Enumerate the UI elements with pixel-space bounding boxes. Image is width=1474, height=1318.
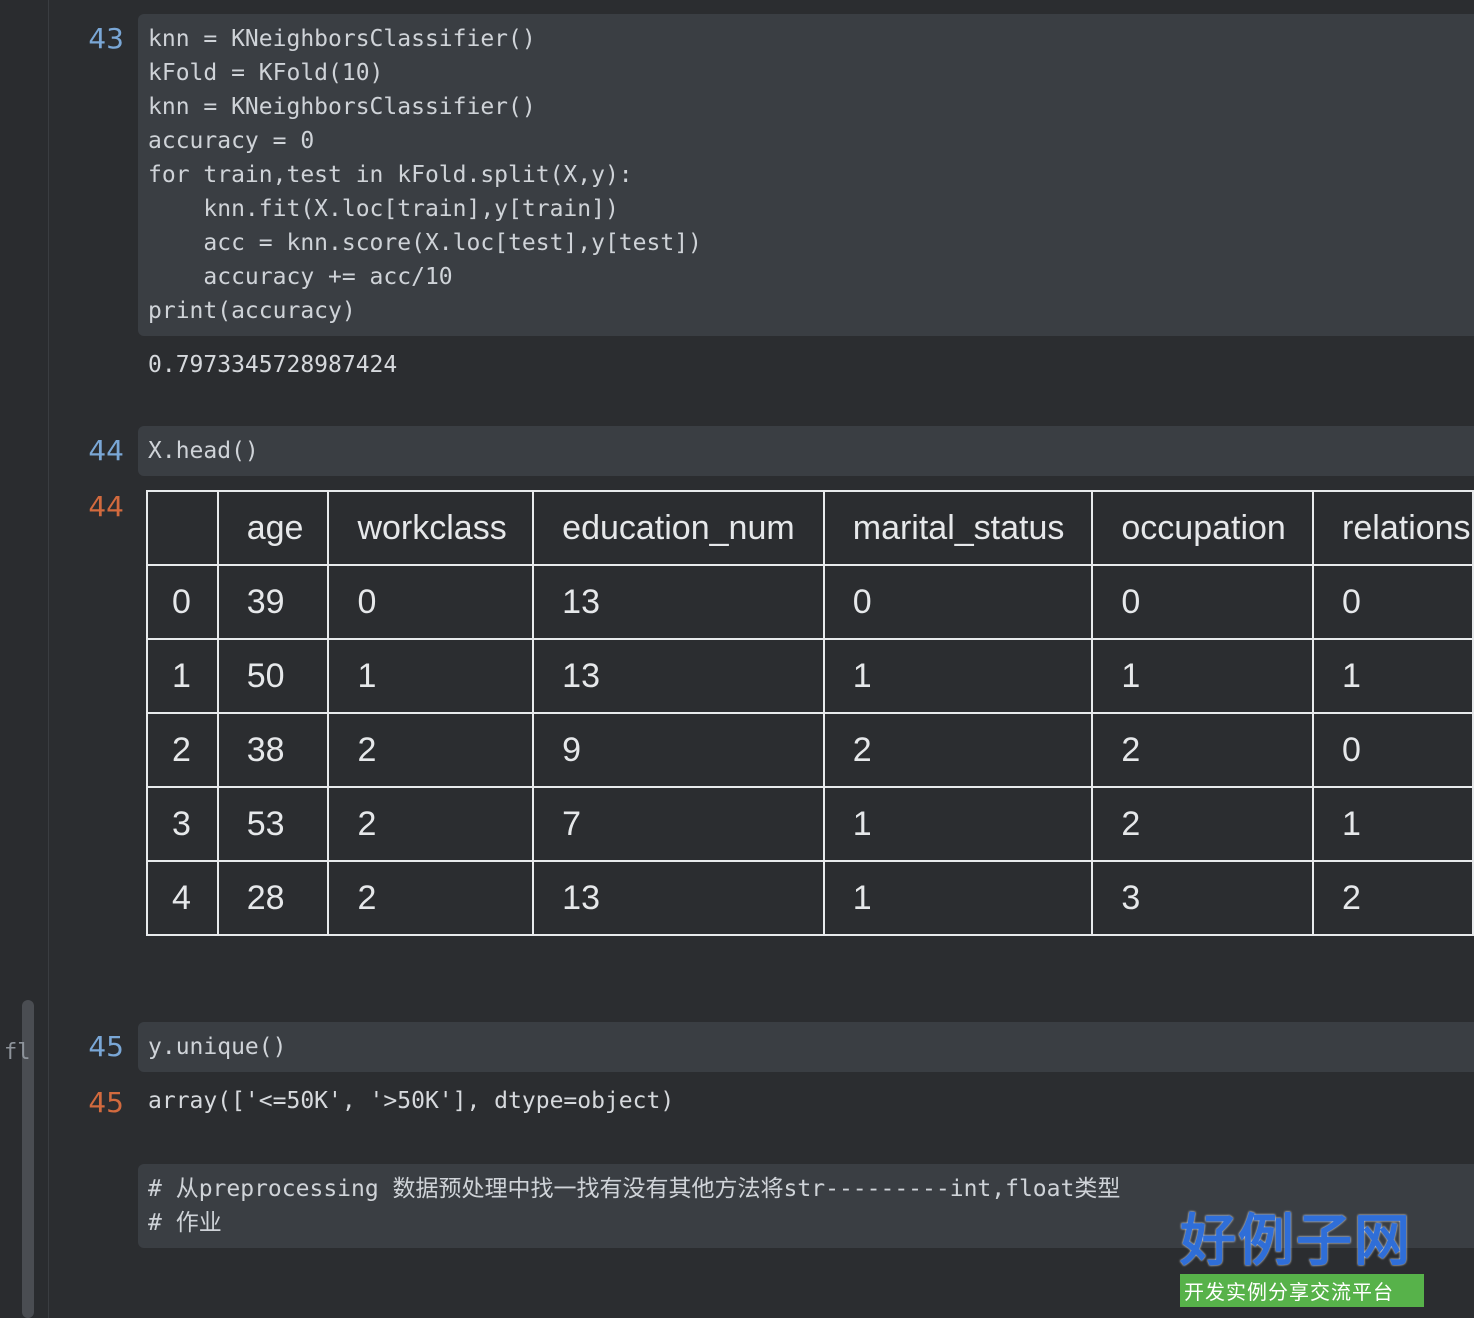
table-cell: 0 (1312, 564, 1474, 640)
table-cell: 0 (822, 564, 1094, 640)
table-cell: 13 (532, 860, 825, 936)
gutter-text-fragment: fl (4, 1040, 31, 1065)
table-cell: 2 (1091, 786, 1315, 862)
header-workclass: workclass (327, 490, 535, 566)
table-cell: 13 (532, 638, 825, 714)
table-cell: 1 (327, 638, 535, 714)
table-cell: 1 (822, 860, 1094, 936)
table-cell: 0 (1312, 712, 1474, 788)
header-relationship: relations (1312, 490, 1474, 566)
table-cell: 53 (216, 786, 330, 862)
cell-45-in-prompt: 45 (88, 1030, 124, 1063)
table-cell: 2 (1091, 712, 1315, 788)
header-education-num: education_num (532, 490, 825, 566)
table-cell: 50 (216, 638, 330, 714)
table-header-row: age workclass education_num marital_stat… (146, 490, 1474, 566)
table-cell: 0 (327, 564, 535, 640)
table-cell: 39 (216, 564, 330, 640)
header-age: age (216, 490, 330, 566)
watermark-subtitle: 开发实例分享交流平台 (1180, 1274, 1424, 1307)
header-index (146, 490, 219, 566)
table-row: 1 50 1 13 1 1 1 (146, 638, 1474, 714)
table-cell: 1 (1091, 638, 1315, 714)
table-cell: 9 (532, 712, 825, 788)
table-cell: 4 (146, 860, 219, 936)
table-cell: 1 (146, 638, 219, 714)
table-cell: 7 (532, 786, 825, 862)
table-cell: 2 (327, 712, 535, 788)
table-cell: 2 (1312, 860, 1474, 936)
table-cell: 1 (822, 638, 1094, 714)
dataframe-table: age workclass education_num marital_stat… (146, 490, 1474, 936)
cell-45-output: array(['<=50K', '>50K'], dtype=object) (148, 1088, 675, 1114)
table-cell: 2 (146, 712, 219, 788)
table-row: 0 39 0 13 0 0 0 (146, 564, 1474, 640)
cell-43-output: 0.7973345728987424 (148, 352, 398, 378)
table-cell: 2 (327, 786, 535, 862)
header-marital-status: marital_status (822, 490, 1094, 566)
table-cell: 13 (532, 564, 825, 640)
table-cell: 0 (1091, 564, 1315, 640)
table-cell: 0 (146, 564, 219, 640)
table-cell: 3 (146, 786, 219, 862)
cell-45-code[interactable]: y.unique() (138, 1022, 1474, 1072)
cell-43-in-prompt: 43 (88, 22, 124, 55)
table-cell: 1 (1312, 638, 1474, 714)
table-cell: 38 (216, 712, 330, 788)
table-cell: 2 (327, 860, 535, 936)
table-cell: 2 (822, 712, 1094, 788)
table-cell: 1 (822, 786, 1094, 862)
cell-44-out-prompt: 44 (88, 490, 124, 523)
table-row: 3 53 2 7 1 2 1 (146, 786, 1474, 862)
cell-43-code[interactable]: knn = KNeighborsClassifier() kFold = KFo… (138, 14, 1474, 336)
table-cell: 3 (1091, 860, 1315, 936)
site-watermark: 好例子网 开发实例分享交流平台 (1180, 1210, 1424, 1307)
table-cell: 28 (216, 860, 330, 936)
header-occupation: occupation (1091, 490, 1315, 566)
table-cell: 1 (1312, 786, 1474, 862)
table-row: 4 28 2 13 1 3 2 (146, 860, 1474, 936)
watermark-logo-text: 好例子网 (1180, 1209, 1412, 1274)
cell-44-code[interactable]: X.head() (138, 426, 1474, 476)
cell-44-in-prompt: 44 (88, 434, 124, 467)
cell-45-out-prompt: 45 (88, 1086, 124, 1119)
table-row: 2 38 2 9 2 2 0 (146, 712, 1474, 788)
